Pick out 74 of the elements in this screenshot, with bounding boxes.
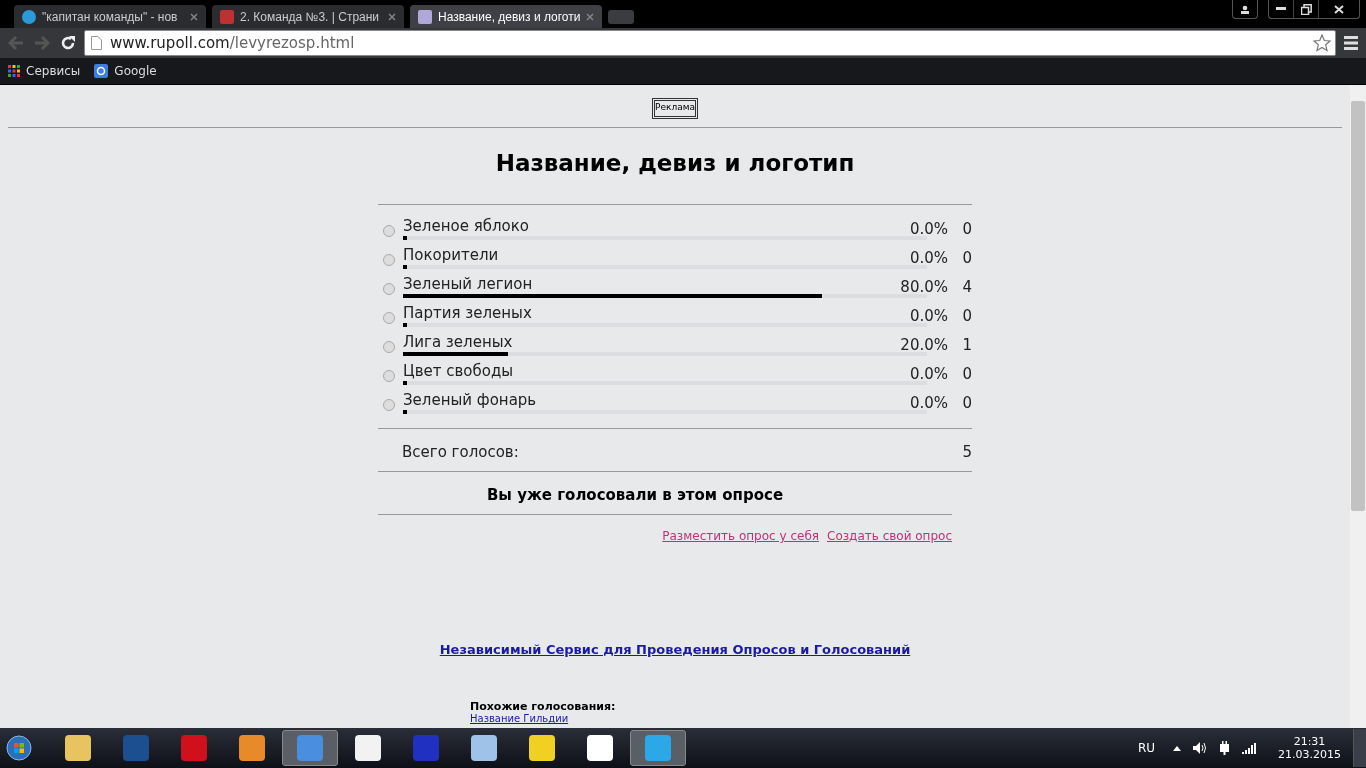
option-votes: 0 [961, 394, 972, 412]
option-votes: 0 [961, 365, 972, 383]
option-percent: 0.0% [908, 249, 948, 267]
app-icon [413, 735, 439, 761]
option-votes: 0 [961, 220, 972, 238]
app-icon [471, 735, 497, 761]
tab-favicon [220, 9, 234, 24]
language-indicator[interactable]: RU [1137, 741, 1155, 755]
bookmark-item[interactable]: Сервисы [8, 64, 81, 78]
option-votes: 0 [961, 307, 972, 325]
scrollbar[interactable] [1350, 85, 1366, 728]
browser-tab[interactable]: Название, девиз и логоти [410, 5, 602, 28]
app-icon [645, 735, 671, 761]
option-label: Цвет свободы [403, 362, 515, 380]
total-votes: 5 [962, 443, 972, 461]
option-percent: 0.0% [908, 307, 948, 325]
total-label: Всего голосов: [402, 443, 519, 461]
radio-button[interactable] [383, 341, 395, 353]
browser-tab[interactable]: "капитан команды" - нов [14, 5, 206, 28]
address-bar[interactable]: www.rupoll.com/levyrezosp.html [84, 30, 1336, 56]
tab-favicon [418, 9, 432, 24]
option-label: Зеленое яблоко [403, 217, 530, 235]
up-arrow-icon[interactable] [1173, 745, 1181, 751]
poll-link[interactable]: Создать свой опрос [827, 529, 952, 543]
similar-poll-link[interactable]: Название Гильдии [470, 713, 880, 724]
app-icon [123, 735, 149, 761]
ad-banner[interactable]: Реклама [652, 98, 698, 119]
service-link[interactable]: Независимый Сервис для Проведения Опросов и Голосований [439, 642, 911, 657]
similar-heading: Похожие голосования: [470, 700, 617, 713]
power-plug-icon[interactable] [1219, 741, 1230, 755]
radio-button[interactable] [383, 312, 395, 324]
signal-icon[interactable] [1242, 742, 1256, 754]
apps-grid-icon [8, 65, 20, 77]
tab-favicon [22, 9, 36, 24]
radio-button[interactable] [383, 399, 395, 411]
bookmark-item[interactable]: Google [94, 64, 157, 78]
menu-icon[interactable] [1342, 34, 1360, 52]
radio-button[interactable] [383, 254, 395, 266]
option-votes: 0 [961, 249, 972, 267]
clock-time[interactable]: 21:31 [1293, 735, 1326, 748]
option-label: Партия зеленых [403, 304, 533, 322]
clock-date[interactable]: 21.03.2015 [1278, 748, 1341, 761]
page-icon [91, 36, 102, 50]
app-icon [239, 735, 265, 761]
poll-title: Название, девиз и логотип [495, 150, 855, 176]
app-icon [65, 735, 91, 761]
poll-link[interactable]: Разместить опрос у себя [662, 529, 819, 543]
radio-button[interactable] [383, 225, 395, 237]
google-bookmark-icon [94, 64, 109, 78]
app-icon [587, 735, 613, 761]
option-label: Лига зеленых [403, 333, 514, 351]
option-percent: 0.0% [908, 220, 948, 238]
option-label: Зеленый фонарь [403, 391, 538, 409]
radio-button[interactable] [383, 370, 395, 382]
option-percent: 80.0% [899, 278, 948, 296]
start-button[interactable] [6, 735, 32, 761]
scrollbar-thumb[interactable] [1351, 101, 1365, 511]
star-icon[interactable] [1313, 34, 1331, 52]
option-percent: 0.0% [908, 365, 948, 383]
app-icon [355, 735, 381, 761]
user-icon[interactable] [1232, 0, 1258, 19]
option-label: Покорители [403, 246, 500, 264]
app-icon [297, 735, 323, 761]
option-votes: 4 [961, 278, 972, 296]
browser-tab[interactable]: 2. Команда №3. | Страни [212, 5, 404, 28]
app-icon [181, 735, 207, 761]
option-percent: 0.0% [908, 394, 948, 412]
voted-notice: Вы уже голосовали в этом опросе [485, 485, 785, 506]
speaker-icon[interactable] [1193, 742, 1207, 754]
option-label: Зеленый легион [403, 275, 534, 293]
radio-button[interactable] [383, 283, 395, 295]
option-votes: 1 [961, 336, 972, 354]
app-icon [529, 735, 555, 761]
option-percent: 20.0% [899, 336, 948, 354]
